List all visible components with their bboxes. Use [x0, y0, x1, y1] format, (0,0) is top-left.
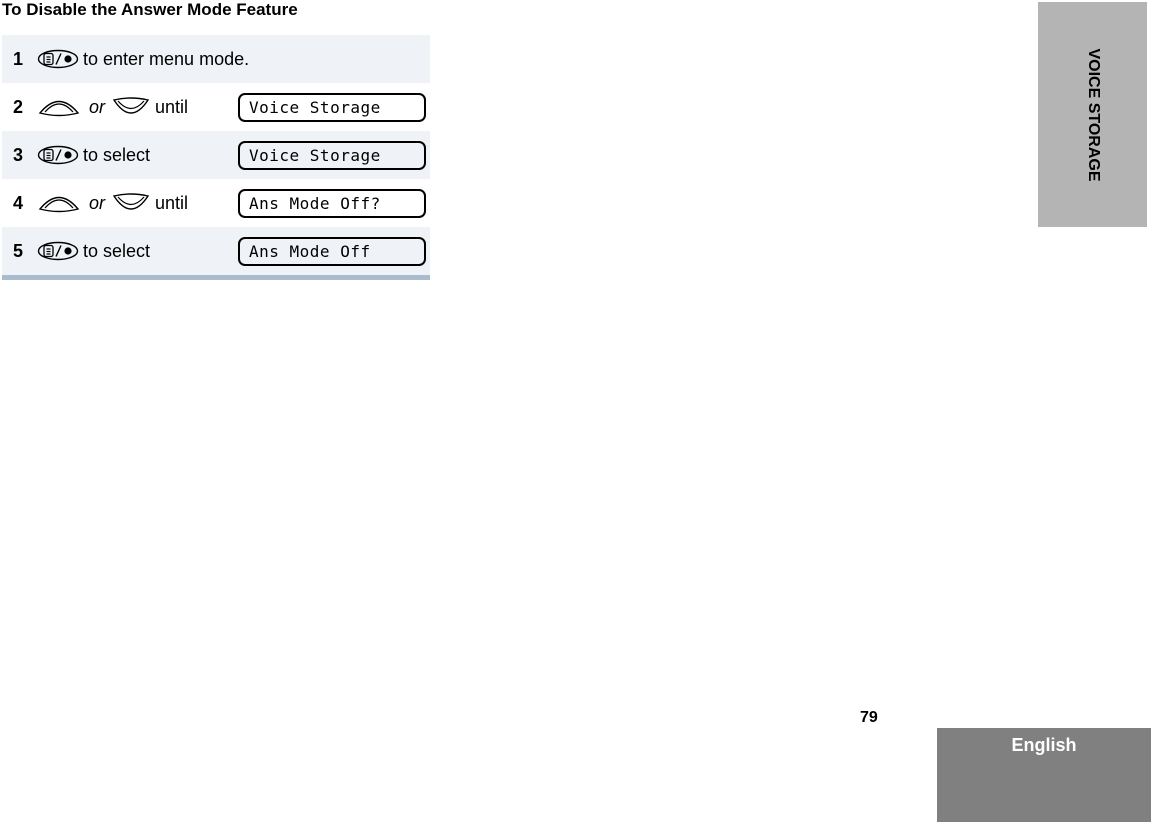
menu-select-button-icon	[37, 145, 79, 165]
language-tab-label: English	[1011, 735, 1077, 755]
step-text: to enter menu mode.	[83, 48, 250, 69]
section-side-tab: VOICE STORAGE	[1038, 2, 1147, 227]
section-heading: To Disable the Answer Mode Feature	[2, 0, 298, 19]
page-number: 79	[860, 709, 878, 726]
section-side-tab-label: VOICE STORAGE	[1084, 47, 1102, 182]
step-number: 1	[13, 48, 24, 69]
menu-select-button-icon	[37, 49, 79, 69]
step-row: 1 to enter menu mode.	[2, 35, 430, 83]
table-bottom-rule	[2, 275, 430, 280]
display-readout: Voice Storage	[238, 92, 426, 122]
steps-table: 1 to enter menu mode. 2 or until Voice S…	[2, 35, 430, 280]
step-text: to select	[83, 240, 151, 261]
language-tab: English	[937, 728, 1151, 822]
step-row: 5 to select Ans Mode Off	[2, 227, 430, 275]
display-readout: Voice Storage	[238, 140, 426, 170]
menu-select-button-icon	[37, 241, 79, 261]
display-readout: Ans Mode Off?	[238, 188, 426, 218]
step-number: 5	[13, 240, 24, 261]
step-row: 3 to select Voice Storage	[2, 131, 430, 179]
step-number: 4	[13, 192, 24, 213]
scroll-down-icon	[112, 97, 150, 114]
step-number: 3	[13, 144, 24, 165]
step-row: 4 or until Ans Mode Off?	[2, 179, 430, 227]
scroll-up-icon	[38, 100, 80, 117]
step-number: 2	[13, 96, 24, 117]
step-text: until	[155, 96, 189, 117]
scroll-down-icon	[112, 193, 150, 210]
or-label: or	[89, 96, 106, 117]
step-row: 2 or until Voice Storage	[2, 83, 430, 131]
display-readout: Ans Mode Off	[238, 236, 426, 266]
or-label: or	[89, 192, 106, 213]
scroll-up-icon	[38, 196, 80, 213]
step-text: to select	[83, 144, 151, 165]
step-text: until	[155, 192, 189, 213]
